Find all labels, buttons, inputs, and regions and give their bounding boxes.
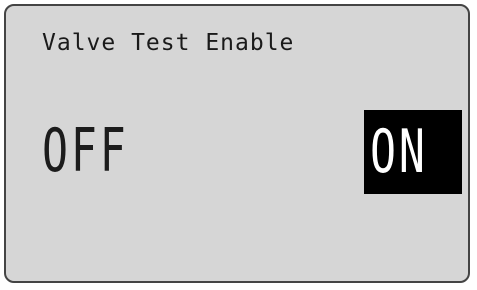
option-on[interactable]: ON: [370, 110, 428, 194]
option-off[interactable]: OFF: [42, 109, 129, 194]
lcd-screen: Valve Test Enable OFF ON: [4, 4, 470, 283]
screen-title: Valve Test Enable: [42, 30, 295, 56]
option-on-selected-highlight[interactable]: ON: [364, 110, 462, 194]
